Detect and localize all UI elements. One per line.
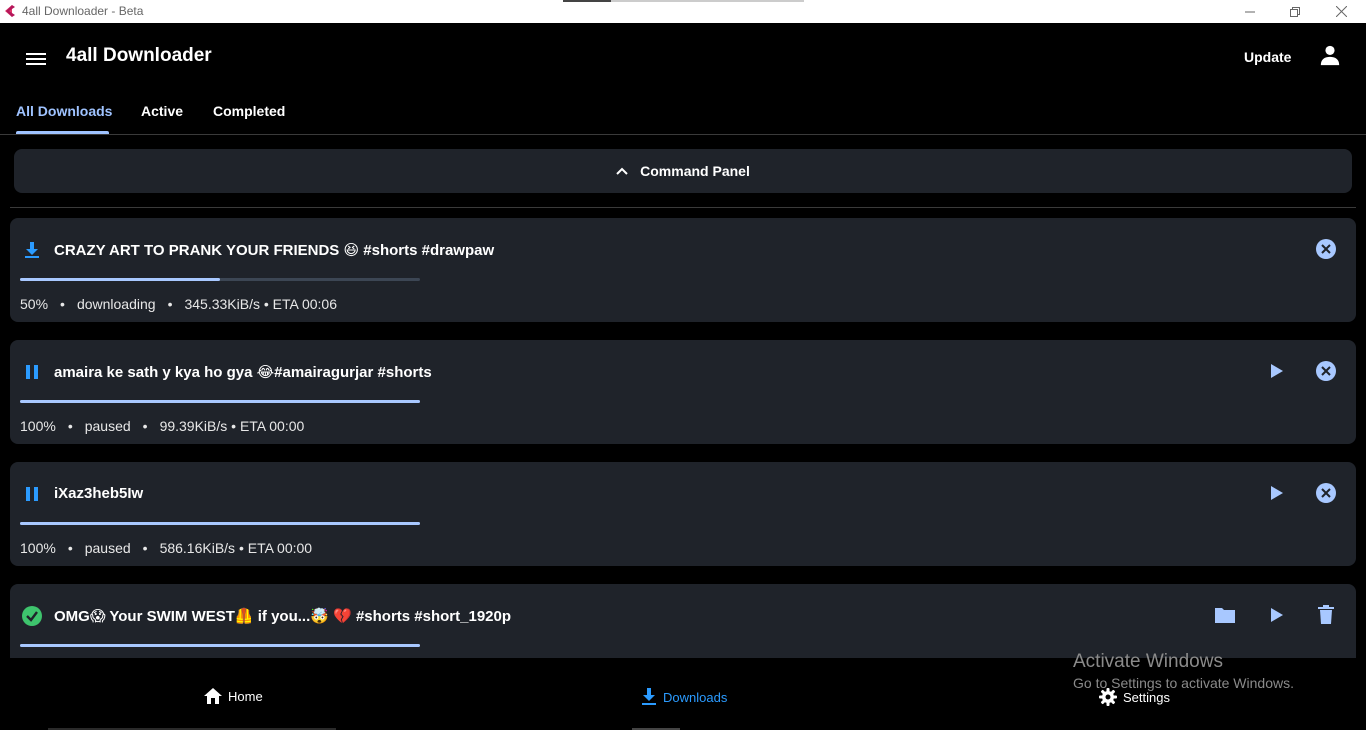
play-icon — [1271, 486, 1283, 500]
separator-dot: • — [67, 418, 73, 434]
minimize-icon — [1245, 11, 1255, 12]
command-panel-label: Command Panel — [640, 163, 750, 179]
menu-icon-bar — [26, 63, 46, 65]
cancel-circle-icon — [1316, 239, 1336, 259]
progress-fill — [20, 278, 220, 281]
delete-button[interactable] — [1314, 603, 1338, 627]
command-panel-toggle[interactable]: Command Panel — [14, 149, 1352, 193]
download-tabs: All Downloads Active Completed — [0, 89, 1366, 135]
play-icon — [1271, 608, 1283, 622]
cancel-button[interactable] — [1314, 237, 1338, 261]
nav-label: Home — [228, 688, 263, 704]
update-button[interactable]: Update — [1238, 47, 1297, 67]
download-rate-eta: 99.39KiB/s • ETA 00:00 — [159, 418, 305, 434]
download-icon — [25, 242, 39, 258]
download-percent: 50% — [20, 296, 49, 312]
play-button[interactable] — [1265, 603, 1289, 627]
close-window-button[interactable] — [1318, 0, 1364, 23]
download-title: iXaz3heb5Iw — [54, 485, 144, 502]
download-item: iXaz3heb5Iw 100% • paused • 586.16KiB/s • ET… — [10, 462, 1356, 566]
download-title: CRAZY ART TO PRANK YOUR FRIENDS 😆 #short… — [54, 242, 495, 259]
window-drag-indicator-track — [611, 0, 804, 2]
app-title: 4all Downloader — [66, 45, 212, 66]
download-meta: 100% • paused • 99.39KiB/s • ETA 00:00 — [20, 418, 304, 434]
download-item: amaira ke sath y kya ho gya 😂#amairagurj… — [10, 340, 1356, 444]
bottom-navigation: Home Downloads Settings — [0, 658, 1366, 730]
tab-active[interactable]: Active — [141, 103, 183, 119]
download-state: paused — [84, 418, 131, 434]
progress-bar — [20, 400, 420, 403]
separator-dot: • — [67, 540, 73, 556]
divider — [10, 207, 1356, 208]
download-item: CRAZY ART TO PRANK YOUR FRIENDS 😆 #short… — [10, 218, 1356, 322]
active-tab-indicator — [16, 131, 109, 134]
play-icon — [1271, 364, 1283, 378]
menu-button[interactable] — [24, 50, 48, 70]
cancel-circle-icon — [1316, 483, 1336, 503]
download-state: paused — [84, 540, 131, 556]
pause-icon — [26, 365, 38, 379]
download-icon — [642, 688, 656, 705]
restore-button[interactable] — [1272, 0, 1318, 23]
check-circle-icon — [22, 606, 42, 626]
tab-completed[interactable]: Completed — [213, 103, 285, 119]
progress-bar — [20, 278, 420, 281]
trash-icon — [1318, 605, 1334, 624]
download-meta: 50% • downloading • 345.33KiB/s • ETA 00:06 — [20, 296, 337, 312]
nav-label: Settings — [1123, 689, 1170, 705]
menu-icon-bar — [26, 53, 46, 55]
open-folder-button[interactable] — [1213, 603, 1237, 627]
cancel-button[interactable] — [1314, 359, 1338, 383]
home-icon — [204, 688, 222, 704]
progress-bar — [20, 522, 420, 525]
download-rate-eta: 345.33KiB/s • ETA 00:06 — [184, 296, 337, 312]
resume-button[interactable] — [1265, 481, 1289, 505]
menu-icon-bar — [26, 58, 46, 60]
gear-icon — [1099, 688, 1117, 706]
close-icon — [1335, 6, 1347, 17]
resume-button[interactable] — [1265, 359, 1289, 383]
nav-settings[interactable]: Settings — [1099, 688, 1170, 706]
separator-dot: • — [60, 296, 65, 312]
download-percent: 100% — [20, 418, 56, 434]
folder-icon — [1215, 608, 1235, 623]
nav-home[interactable]: Home — [204, 688, 263, 704]
account-icon[interactable] — [1319, 44, 1341, 66]
progress-fill — [20, 400, 420, 403]
progress-bar — [20, 644, 420, 647]
download-item: OMG😱 Your SWIM WEST🦺 if you...🤯 💔 #short… — [10, 584, 1356, 658]
minimize-button[interactable] — [1227, 0, 1273, 23]
restore-icon — [1290, 6, 1300, 17]
nav-label: Downloads — [663, 689, 728, 705]
window-titlebar: 4all Downloader - Beta — [0, 0, 1366, 23]
separator-dot: • — [142, 418, 148, 434]
app-bar: 4all Downloader Update — [0, 23, 1366, 89]
download-list: CRAZY ART TO PRANK YOUR FRIENDS 😆 #short… — [10, 218, 1356, 658]
download-title: OMG😱 Your SWIM WEST🦺 if you...🤯 💔 #short… — [54, 608, 512, 625]
tab-all-downloads[interactable]: All Downloads — [16, 103, 112, 119]
progress-fill — [20, 644, 420, 647]
download-rate-eta: 586.16KiB/s • ETA 00:00 — [159, 540, 313, 556]
download-meta: 100% • paused • 586.16KiB/s • ETA 00:00 — [20, 540, 312, 556]
chevron-up-icon — [616, 167, 628, 175]
separator-dot: • — [167, 296, 173, 312]
pause-icon — [26, 487, 38, 501]
download-title: amaira ke sath y kya ho gya 😂#amairagurj… — [54, 364, 432, 381]
download-percent: 100% — [20, 540, 56, 556]
cancel-circle-icon — [1316, 361, 1336, 381]
download-state: downloading — [76, 296, 156, 312]
nav-downloads[interactable]: Downloads — [641, 688, 727, 706]
progress-fill — [20, 522, 420, 525]
window-drag-indicator — [563, 0, 611, 2]
app-logo-icon — [5, 5, 15, 17]
separator-dot: • — [142, 540, 148, 556]
window-title: 4all Downloader - Beta — [22, 4, 144, 18]
cancel-button[interactable] — [1314, 481, 1338, 505]
